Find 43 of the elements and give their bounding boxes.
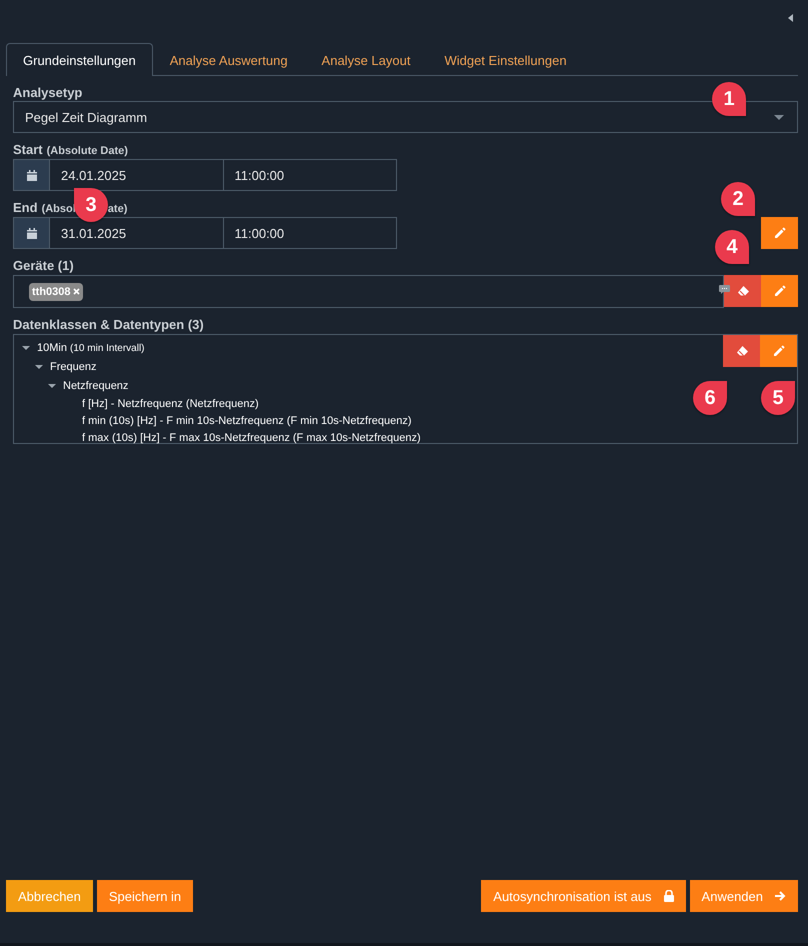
pencil-icon [772,345,784,357]
callout-marker: 2 [721,182,755,216]
pencil-icon [774,285,786,297]
callout-marker: 5 [761,381,795,415]
field-label: End [13,200,38,215]
field-label: Start [13,142,43,157]
field-note: (Absol [42,203,76,215]
lock-icon [664,890,674,902]
dropdown-caret-icon [774,114,784,120]
eraser-icon [736,285,748,297]
edit-button[interactable] [761,275,798,307]
edit-button[interactable] [761,217,798,249]
field-note: (Absolute Date) [46,145,128,157]
tab[interactable]: Grundeinstellungen [6,43,153,76]
expanded-caret-icon[interactable] [22,344,30,352]
callout-marker: 3 [74,188,108,222]
field-note: ate) [108,203,128,215]
pencil-icon [774,227,786,239]
tree-item[interactable]: f min (10s) [Hz] - F min 10s-Netzfrequenz (F min 10s-Netzfrequenz) [82,414,412,426]
collapse-icon[interactable] [788,14,793,22]
clear-button[interactable] [724,275,761,307]
eraser-icon [736,345,748,357]
tree-item[interactable]: f [Hz] - Netzfrequenz (Netzfrequenz) [82,398,259,410]
comment-icon [719,285,730,294]
remove-icon [72,288,80,295]
tree-item[interactable]: Frequenz [50,360,96,372]
callout-marker: 4 [715,230,749,264]
field-label: Analysetyp [13,85,82,101]
expanded-caret-icon[interactable] [35,362,43,370]
tab[interactable]: Analyse Auswertung [152,43,305,76]
tree-item[interactable]: 10Min (10 min Intervall) [37,342,144,354]
tree-item[interactable]: f max (10s) [Hz] - F max 10s-Netzfrequenz (F max 10s-Netzfrequenz) [82,432,421,444]
edit-button[interactable] [760,335,797,367]
clear-button[interactable] [723,335,760,367]
tab[interactable]: Widget Einstellungen [427,43,584,76]
expanded-caret-icon[interactable] [48,382,56,390]
tree-item[interactable]: Netzfrequenz [63,380,128,392]
field-label: Datenklassen & Datentypen (3) [13,317,204,333]
tab[interactable]: Analyse Layout [304,43,428,76]
field-label: Geräte (1) [13,258,74,274]
arrow-right-icon [775,891,786,901]
callout-marker: 1 [712,82,746,116]
callout-marker: 6 [693,381,727,415]
